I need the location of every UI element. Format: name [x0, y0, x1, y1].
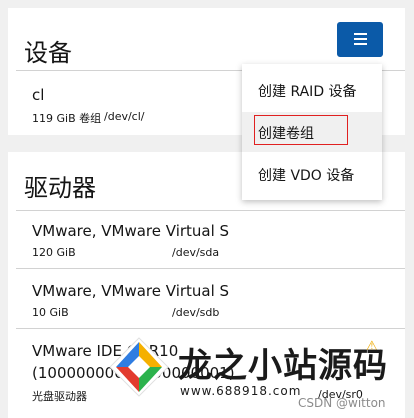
drive-type: 光盘驱动器 [32, 390, 87, 403]
drive-path: /dev/sdb [172, 306, 220, 319]
drive-path: /dev/sda [172, 246, 220, 259]
drives-title: 驱动器 [24, 174, 96, 202]
divider [16, 268, 405, 269]
watermark-brand: 龙之小站源码 [178, 346, 388, 386]
watermark-url: www.688918.com [180, 384, 302, 398]
menu-button[interactable] [337, 22, 383, 57]
divider [16, 328, 405, 329]
device-name[interactable]: cl [32, 86, 44, 104]
menu-item-create-vdo[interactable]: 创建 VDO 设备 [242, 154, 382, 194]
device-path: /dev/cl/ [104, 110, 145, 123]
drive-name: VMware, VMware Virtual S [32, 282, 230, 300]
drive-name: VMware, VMware Virtual S [32, 222, 230, 240]
drive-size: 120 GiB [32, 246, 76, 259]
devices-title: 设备 [24, 39, 72, 67]
menu-item-create-volume-group[interactable]: 创建卷组 [242, 112, 382, 152]
menu-item-create-raid[interactable]: 创建 RAID 设备 [242, 70, 382, 110]
drive-size: 10 GiB [32, 306, 69, 319]
create-menu: 创建 RAID 设备 创建卷组 创建 VDO 设备 [242, 64, 382, 200]
credit-text: CSDN @witton [298, 396, 386, 410]
divider [16, 210, 405, 211]
watermark-logo-icon [109, 337, 169, 397]
device-size: 119 GiB 卷组 [32, 112, 102, 125]
hamburger-icon [354, 33, 367, 48]
